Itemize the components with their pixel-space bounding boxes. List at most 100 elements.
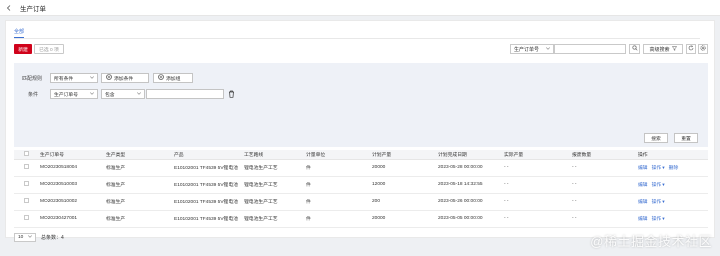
cell-type: 标准生产 <box>106 159 174 177</box>
trash-icon[interactable] <box>228 90 235 100</box>
plus-circle-icon <box>158 74 164 82</box>
cell-route: 锂电池生产工艺 <box>244 193 306 211</box>
row-checkbox-cell <box>14 193 40 211</box>
condition-operator-select[interactable]: 包含 <box>101 89 145 99</box>
cell-actions: 编辑 操作▾ <box>638 193 708 211</box>
cell-scrap-qty: - - <box>572 193 638 211</box>
caret-down-icon[interactable]: ▾ <box>662 200 664 205</box>
search-icon <box>631 45 638 53</box>
condition-value-input[interactable] <box>146 89 224 99</box>
cell-scrap-qty: - - <box>572 176 638 194</box>
column-header: 实际产量 <box>504 150 572 160</box>
cell-product: E10102001 TF4539 5V锂电池 <box>174 210 244 228</box>
column-header: 产品 <box>174 150 244 160</box>
filter-reset-button[interactable]: 重置 <box>674 133 698 143</box>
operate-link[interactable]: 操作 <box>652 166 662 171</box>
search-field-select[interactable]: 生产订单号 <box>510 44 554 54</box>
back-icon[interactable] <box>4 3 14 13</box>
edit-link[interactable]: 编辑 <box>638 183 648 188</box>
main-content: 全部 新建 已选 0 项 生产订单号 高级搜索 匹配规则 所有条件 添加条件 添… <box>5 20 715 242</box>
cell-planned-qty: 12000 <box>372 176 438 194</box>
add-group-button[interactable]: 添加组 <box>153 73 193 83</box>
tab-divider <box>14 38 700 39</box>
cell-route: 锂电池生产工艺 <box>244 210 306 228</box>
cell-type: 标准生产 <box>106 193 174 211</box>
selected-count-button[interactable]: 已选 0 项 <box>34 44 64 54</box>
page-size-value: 10 <box>18 235 24 240</box>
cell-type: 标准生产 <box>106 176 174 194</box>
row-checkbox-cell <box>14 210 40 228</box>
condition-field-value: 生产订单号 <box>54 92 78 98</box>
cell-actions: 编辑 操作▾ <box>638 210 708 228</box>
add-condition-button[interactable]: 添加条件 <box>101 73 149 83</box>
operate-link[interactable]: 操作 <box>652 217 662 222</box>
caret-down-icon[interactable]: ▾ <box>662 166 664 171</box>
refresh-icon <box>688 45 694 53</box>
cell-route: 锂电池生产工艺 <box>244 176 306 194</box>
settings-icon <box>700 45 706 53</box>
caret-down-icon[interactable]: ▾ <box>662 217 664 222</box>
edit-link[interactable]: 编辑 <box>638 200 648 205</box>
search-button[interactable] <box>629 44 640 54</box>
row-checkbox[interactable] <box>24 181 29 186</box>
caret-down-icon[interactable]: ▾ <box>662 183 664 188</box>
page-size-select[interactable]: 10 <box>14 233 36 242</box>
cell-actions: 编辑 操作▾ <box>638 176 708 194</box>
operate-link[interactable]: 操作 <box>652 183 662 188</box>
cell-product: E10102001 TF4539 5V锂电池 <box>174 176 244 194</box>
cell-actions: 编辑 操作▾ 删除 <box>638 159 708 177</box>
match-rule-select[interactable]: 所有条件 <box>50 73 98 83</box>
condition-operator-value: 包含 <box>105 92 115 98</box>
cell-scrap-qty: - - <box>572 210 638 228</box>
orders-table: 生产订单号 生产类型 产品 工艺路线 计量单位 计划产量 计划完成日期 实际产量… <box>14 150 708 228</box>
advanced-search-label: 高级搜索 <box>649 46 670 53</box>
table-row[interactable]: MO20230518004 标准生产 E10102001 TF4539 5V锂电池锂… <box>14 159 708 177</box>
cell-order-no: MO20230518004 <box>40 159 106 177</box>
column-header: 计量单位 <box>306 150 372 160</box>
condition-field-select[interactable]: 生产订单号 <box>50 89 98 99</box>
cell-route: 锂电池生产工艺 <box>244 159 306 177</box>
header-checkbox-cell <box>14 150 40 160</box>
row-checkbox[interactable] <box>24 164 29 169</box>
column-header: 生产类型 <box>106 150 174 160</box>
filter-search-button[interactable]: 搜索 <box>644 133 668 143</box>
table-row[interactable]: MO20230510002 标准生产 E10102001 TF4539 5V锂电池锂… <box>14 193 708 211</box>
filter-icon <box>671 45 677 53</box>
chevron-down-icon <box>90 91 94 97</box>
table-row[interactable]: MO20230427001 标准生产 E10102001 TF4539 5V锂电池锂… <box>14 210 708 228</box>
cell-planned-qty: 20000 <box>372 210 438 228</box>
cell-actual-qty: - - <box>504 210 572 228</box>
total-count: 总条数：4 <box>41 235 64 241</box>
cell-unit: 件 <box>306 210 372 228</box>
match-rule-label: 匹配规则 <box>22 76 43 82</box>
cell-product: E10102001 TF4539 5V锂电池 <box>174 193 244 211</box>
cell-order-no: MO20230427001 <box>40 210 106 228</box>
chevron-down-icon <box>28 235 32 240</box>
cell-actual-qty: - - <box>504 176 572 194</box>
edit-link[interactable]: 编辑 <box>638 166 648 171</box>
delete-link[interactable]: 删除 <box>669 166 679 171</box>
operate-link[interactable]: 操作 <box>652 200 662 205</box>
edit-link[interactable]: 编辑 <box>638 217 648 222</box>
table-header-row: 生产订单号 生产类型 产品 工艺路线 计量单位 计划产量 计划完成日期 实际产量… <box>14 150 708 160</box>
column-header: 工艺路线 <box>244 150 306 160</box>
cell-product: E10102001 TF4539 5V锂电池 <box>174 159 244 177</box>
table-row[interactable]: MO20230510003 标准生产 E10102001 TF4539 5V锂电池锂… <box>14 176 708 194</box>
plus-circle-icon <box>106 74 112 82</box>
cell-unit: 件 <box>306 193 372 211</box>
cell-order-no: MO20230510002 <box>40 193 106 211</box>
cell-actual-qty: - - <box>504 193 572 211</box>
refresh-button[interactable] <box>686 44 696 54</box>
page-title: 生产订单 <box>20 5 46 13</box>
settings-button[interactable] <box>698 44 708 54</box>
tab-all[interactable]: 全部 <box>14 28 25 38</box>
row-checkbox[interactable] <box>24 198 29 203</box>
top-bar: 生产订单 <box>0 0 720 16</box>
search-input[interactable] <box>554 44 626 54</box>
advanced-search-button[interactable]: 高级搜索 <box>643 44 683 54</box>
row-checkbox[interactable] <box>24 215 29 220</box>
new-button[interactable]: 新建 <box>14 44 32 54</box>
select-all-checkbox[interactable] <box>24 150 29 156</box>
cell-order-no: MO20230510003 <box>40 176 106 194</box>
chevron-down-icon <box>137 91 141 97</box>
